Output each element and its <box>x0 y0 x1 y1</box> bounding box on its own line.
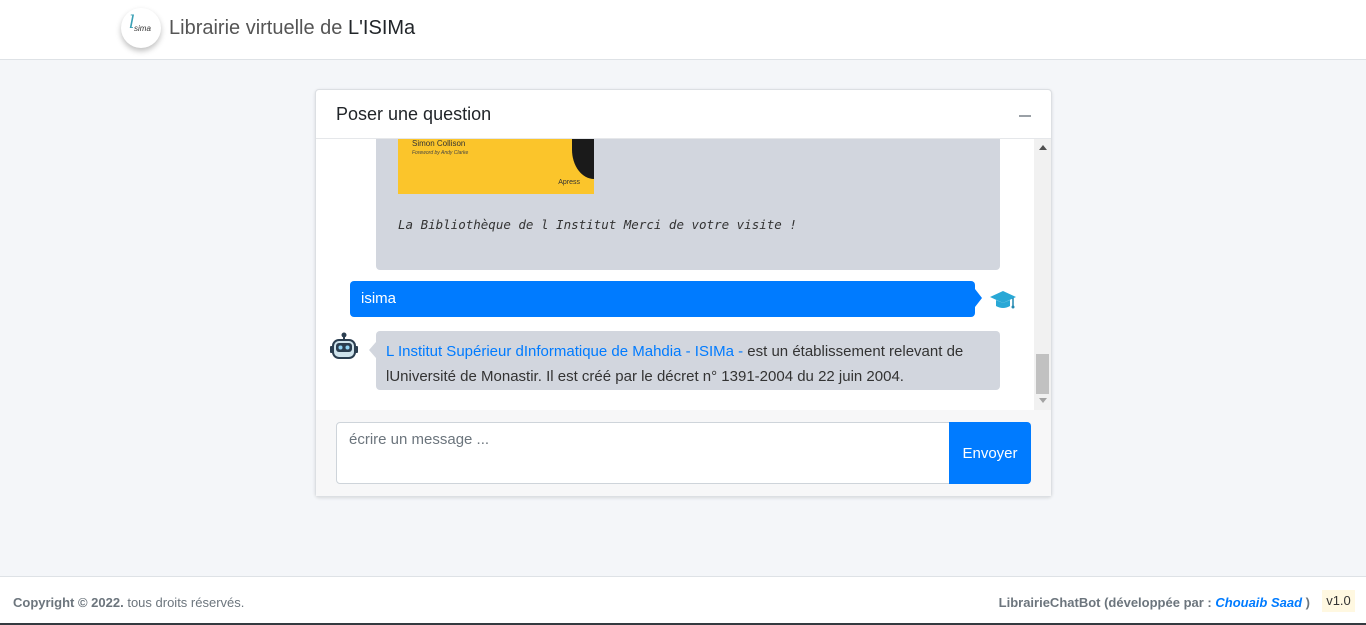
minus-icon[interactable] <box>1019 115 1031 117</box>
user-message: isima <box>350 281 975 317</box>
bot-answer-text: L Institut Supérieur dInformatique de Ma… <box>386 339 996 389</box>
scroll-down-arrow-icon[interactable] <box>1039 398 1047 403</box>
book-publisher: Apress <box>558 179 580 186</box>
book-author: Simon Collison <box>412 139 466 148</box>
bot-message-book: Simon Collison Foreword by Andy Clarke A… <box>376 139 1000 270</box>
book-foreword: Foreword by Andy Clarke <box>412 150 469 156</box>
brand-prefix: Librairie virtuelle de <box>169 17 348 39</box>
app-name: LibrairieChatBot <box>998 595 1101 610</box>
isima-logo[interactable]: l sima <box>121 8 161 48</box>
copyright-text: Copyright © 2022. tous droits réservés. <box>13 595 244 610</box>
book-cover-image: Simon Collison Foreword by Andy Clarke A… <box>398 139 594 194</box>
chat-card-title: Poser une question <box>336 104 492 124</box>
graduation-cap-icon <box>990 291 1016 309</box>
copyright-strong: Copyright © 2022. <box>13 595 124 610</box>
brand-title[interactable]: Librairie virtuelle de L'ISIMa <box>169 17 415 40</box>
chat-card-header: Poser une question <box>316 90 1051 139</box>
logo-text: sima <box>134 24 151 33</box>
user-message-text: isima <box>361 290 397 307</box>
scroll-thumb[interactable] <box>1036 354 1049 394</box>
copyright-rest: tous droits réservés. <box>123 595 245 610</box>
chat-messages: Simon Collison Foreword by Andy Clarke A… <box>316 139 1051 410</box>
chat-input-area: Envoyer <box>316 410 1051 496</box>
developer-credit: LibrairieChatBot (développée par : Choua… <box>999 595 1310 610</box>
developer-link[interactable]: Chouaib Saad <box>1215 595 1302 610</box>
bot-message-text: La Bibliothèque de l Institut Merci de v… <box>398 217 797 232</box>
chat-card: Poser une question Simon Collison Forewo… <box>315 89 1052 497</box>
bot-message-answer: L Institut Supérieur dInformatique de Ma… <box>376 331 1000 390</box>
page-footer: Copyright © 2022. tous droits réservés. … <box>0 576 1366 625</box>
dev-suffix: ) <box>1302 595 1310 610</box>
bot-bubble-arrow <box>369 342 376 358</box>
book-cover-decoration <box>572 139 594 179</box>
send-button[interactable]: Envoyer <box>949 422 1031 484</box>
message-input[interactable] <box>336 422 950 484</box>
top-navbar: l sima Librairie virtuelle de L'ISIMa <box>0 0 1366 60</box>
isima-link[interactable]: L Institut Supérieur dInformatique de Ma… <box>386 343 743 360</box>
dev-prefix: (développée par : <box>1100 595 1216 610</box>
chat-scrollbar[interactable] <box>1034 139 1051 410</box>
user-bubble-arrow <box>975 289 982 307</box>
brand-strong: L'ISIMa <box>347 17 416 39</box>
version-badge: v1.0 <box>1322 590 1355 612</box>
scroll-up-arrow-icon[interactable] <box>1039 145 1047 150</box>
robot-icon <box>330 332 358 359</box>
